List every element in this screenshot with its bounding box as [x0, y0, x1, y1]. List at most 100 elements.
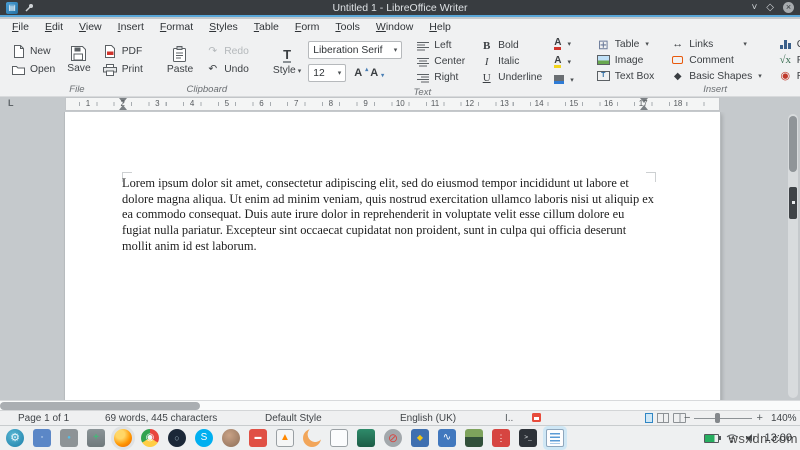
taskbar-app-gimp[interactable] [222, 429, 240, 447]
highlight-color-caret[interactable]: ▾ [567, 58, 571, 66]
maximize-button[interactable]: ◇ [766, 2, 774, 13]
font-size-combo[interactable]: 12 ▾ [308, 64, 347, 82]
pdf-icon [103, 44, 118, 58]
font-color-button[interactable]: A ▾ [549, 36, 579, 51]
save-button[interactable]: Save [60, 45, 97, 75]
menu-item-styles[interactable]: Styles [201, 21, 246, 33]
underline-button[interactable]: U Underline [474, 70, 547, 85]
multi-page-view-button[interactable] [657, 413, 669, 423]
horizontal-scrollbar[interactable] [0, 400, 800, 410]
align-left-button[interactable]: Left [410, 38, 470, 53]
italic-button[interactable]: I Italic [474, 54, 547, 69]
page-count-status[interactable]: Page 1 of 1 [18, 413, 69, 424]
menu-item-insert[interactable]: Insert [110, 21, 152, 33]
insert-chart-button[interactable]: Chart [773, 37, 800, 52]
style-dropdown-caret[interactable]: ▾ [298, 68, 302, 75]
taskbar-app-kde-utility[interactable]: ◆ [411, 429, 429, 447]
taskbar-app-file-manager[interactable]: + [87, 429, 105, 447]
battery-icon[interactable] [704, 433, 722, 443]
insert-textbox-button[interactable]: T Text Box [591, 69, 660, 84]
taskbar-app-dictionary[interactable] [357, 429, 375, 447]
word-count-status[interactable]: 69 words, 445 characters [105, 413, 217, 424]
menu-item-file[interactable]: File [4, 21, 37, 33]
zoom-level-status[interactable]: 140% [771, 413, 797, 424]
font-name-combo[interactable]: Liberation Serif ▾ [308, 41, 403, 59]
close-button[interactable]: × [783, 2, 794, 13]
taskbar-app-firefox[interactable] [114, 429, 132, 447]
basic-shapes-caret[interactable]: ▾ [758, 72, 762, 80]
table-caret[interactable]: ▾ [645, 40, 649, 48]
insert-comment-button[interactable]: Comment [665, 53, 766, 68]
new-button[interactable]: New [6, 44, 60, 59]
vertical-scrollbar[interactable] [788, 114, 798, 398]
background-color-caret[interactable]: ▾ [570, 76, 574, 84]
taskbar-app-skype[interactable]: S [195, 429, 213, 447]
taskbar-app-audio-wave[interactable]: ∿ [438, 429, 456, 447]
taskbar-app-show-desktop[interactable]: ● [60, 429, 78, 447]
zoom-slider[interactable] [694, 413, 753, 423]
taskbar-app-chrome[interactable]: ◉ [141, 429, 159, 447]
increase-font-size-button[interactable]: A ▴ [354, 67, 368, 79]
zoom-in-button[interactable]: + [756, 413, 762, 424]
single-page-view-button[interactable] [645, 413, 653, 423]
menu-item-form[interactable]: Form [287, 21, 328, 33]
menu-item-table[interactable]: Table [246, 21, 287, 33]
insert-image-button[interactable]: Image [591, 53, 660, 68]
document-paragraph[interactable]: Lorem ipsum dolor sit amet, consectetur … [122, 176, 655, 255]
print-button[interactable]: Print [98, 63, 148, 77]
taskbar-app-libreoffice-writer[interactable] [546, 429, 564, 447]
decrease-font-size-button[interactable]: A ▾ [370, 68, 384, 80]
document-page[interactable]: Lorem ipsum dolor sit amet, consectetur … [65, 112, 720, 400]
menu-item-help[interactable]: Help [421, 21, 459, 33]
taskbar-app-photos[interactable] [465, 429, 483, 447]
font-color-caret[interactable]: ▾ [567, 40, 571, 48]
vertical-scrollbar-thumb[interactable] [789, 116, 797, 172]
menu-item-window[interactable]: Window [368, 21, 421, 33]
insert-links-button[interactable]: ↔ Links ▾ [665, 37, 766, 52]
paragraph-style-button[interactable]: T Style ▾ [266, 47, 308, 77]
highlight-color-button[interactable]: A ▾ [549, 54, 579, 69]
tab-stop-selector[interactable]: L [8, 98, 14, 108]
menu-item-view[interactable]: View [71, 21, 110, 33]
clipboard-group-label: Clipboard [186, 84, 228, 95]
zoom-out-button[interactable]: − [684, 413, 690, 424]
taskbar-app-new-document[interactable] [330, 429, 348, 447]
taskbar-app-audio-mixer[interactable]: ⋮ [492, 429, 510, 447]
bold-button[interactable]: B Bold [474, 38, 547, 53]
redo-button[interactable]: ↷ Redo [200, 44, 254, 58]
open-button[interactable]: Open [6, 63, 60, 76]
taskbar-app-vlc[interactable]: ▲ [276, 429, 294, 447]
taskbar-app-virtual-desktop-pager[interactable]: ▫ [33, 429, 51, 447]
background-color-button[interactable]: ▾ [549, 72, 579, 87]
taskbar-app-crescent-app[interactable] [303, 429, 321, 447]
paste-button[interactable]: Paste [160, 45, 200, 76]
zoom-slider-thumb[interactable] [714, 413, 720, 423]
insert-formula-button[interactable]: √x Formula [773, 53, 800, 68]
align-right-button[interactable]: Right [410, 70, 470, 85]
document-modified-icon[interactable] [532, 413, 541, 422]
pdf-label: PDF [121, 45, 143, 57]
undo-button[interactable]: ↶ Undo [200, 62, 254, 76]
insert-mode-status[interactable]: I.. [505, 413, 513, 424]
pin-icon[interactable] [24, 3, 34, 13]
taskbar-app-konsole[interactable]: >_ [519, 429, 537, 447]
record-changes-button[interactable]: ◉ Record [773, 69, 800, 84]
title-bar[interactable]: ▤ Untitled 1 - LibreOffice Writer ˅ ◇ × [0, 0, 800, 17]
menu-item-edit[interactable]: Edit [37, 21, 71, 33]
minimize-button[interactable]: ˅ [751, 2, 757, 13]
horizontal-scrollbar-thumb[interactable] [0, 402, 200, 410]
language-status[interactable]: English (UK) [400, 413, 456, 424]
insert-table-button[interactable]: ⊞ Table ▾ [591, 37, 660, 52]
insert-basic-shapes-button[interactable]: ◆ Basic Shapes ▾ [665, 69, 766, 84]
align-center-button[interactable]: Center [410, 54, 470, 69]
taskbar-app-app-launcher[interactable]: ⚙ [6, 429, 24, 447]
taskbar-app-disabled-editor[interactable]: ⊘ [384, 429, 402, 447]
taskbar-app-red-utility[interactable]: ▬ [249, 429, 267, 447]
menu-item-format[interactable]: Format [152, 21, 201, 33]
taskbar-app-steam[interactable]: ○ [168, 429, 186, 447]
paragraph-style-status[interactable]: Default Style [265, 413, 322, 424]
export-pdf-button[interactable]: PDF [98, 44, 148, 59]
links-caret[interactable]: ▾ [743, 40, 747, 48]
menu-item-tools[interactable]: Tools [327, 21, 368, 33]
sidebar-toggle-handle[interactable] [789, 187, 797, 219]
